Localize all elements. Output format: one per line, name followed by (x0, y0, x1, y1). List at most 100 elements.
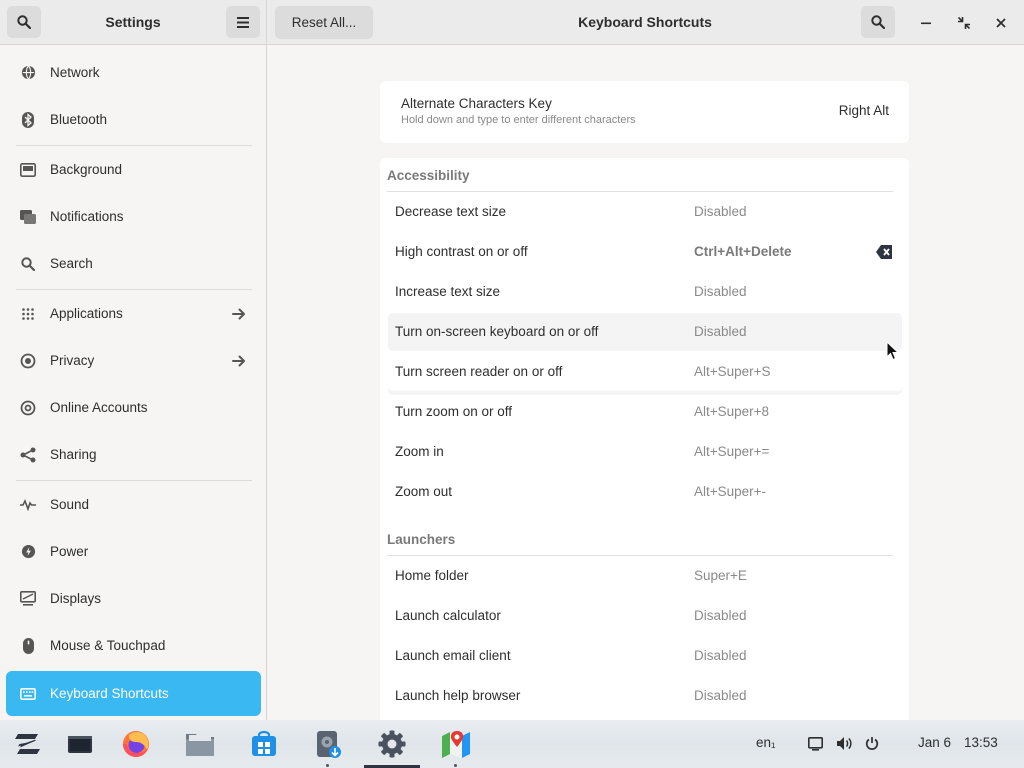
displays-icon (20, 591, 36, 607)
taskbar-app-window[interactable] (64, 728, 96, 760)
alternate-key-value[interactable]: Right Alt (839, 103, 889, 118)
shortcut-row[interactable]: Launch calculator Disabled (388, 597, 902, 635)
power-icon (20, 544, 36, 560)
shortcut-search-button[interactable] (861, 6, 895, 38)
sidebar-item-power[interactable]: Power (6, 529, 261, 574)
shortcut-accel: Ctrl+Alt+Delete (694, 244, 792, 259)
mouse-pointer-icon (886, 341, 900, 361)
sharing-icon (20, 447, 36, 463)
taskbar-app-files[interactable] (184, 728, 216, 760)
shortcut-name: Launch email client (395, 648, 511, 663)
sidebar-item-sound[interactable]: Sound (6, 482, 261, 527)
settings-icon (378, 730, 406, 758)
shortcut-row[interactable]: Launch email client Disabled (388, 637, 902, 675)
main-menu-button[interactable] (226, 6, 260, 38)
clock-date[interactable]: Jan 6 (918, 735, 951, 750)
alternate-key-title: Alternate Characters Key (401, 96, 552, 111)
clear-shortcut-icon[interactable] (876, 245, 892, 259)
taskbar-app-maps[interactable] (440, 728, 472, 760)
online-accounts-icon (20, 400, 36, 416)
sidebar-title: Settings (105, 14, 161, 30)
zorin-menu-button[interactable] (12, 728, 44, 760)
sidebar-item-background[interactable]: Background (6, 147, 261, 192)
shortcut-row[interactable]: Turn zoom on or off Alt+Super+8 (388, 393, 902, 431)
taskbar: en₁ Jan 6 13:53 (0, 720, 1024, 768)
shortcut-row[interactable]: Launch help browser Disabled (388, 677, 902, 715)
sidebar-item-applications[interactable]: Applications (6, 291, 261, 336)
firefox-icon (123, 731, 149, 757)
taskbar-app-firefox[interactable] (120, 728, 152, 760)
shortcut-name: High contrast on or off (395, 244, 528, 259)
taskbar-app-software[interactable] (248, 728, 280, 760)
shortcut-name: Turn screen reader on or off (395, 364, 563, 379)
search-icon (17, 15, 31, 29)
section-title-launchers: Launchers (387, 532, 456, 547)
shortcut-accel: Alt+Super+= (694, 444, 770, 459)
applications-icon (20, 306, 36, 322)
shortcut-name: Decrease text size (395, 204, 507, 219)
shortcut-name: Increase text size (395, 284, 501, 299)
sidebar-item-label: Mouse & Touchpad (50, 638, 166, 653)
shortcut-accel: Disabled (694, 688, 747, 703)
clock-time[interactable]: 13:53 (964, 735, 998, 750)
shortcut-list: Accessibility Decrease text size Disable… (380, 158, 909, 720)
shortcut-row[interactable]: High contrast on or off Ctrl+Alt+Delete (388, 233, 902, 271)
sidebar-item-privacy[interactable]: Privacy (6, 338, 261, 383)
sidebar-item-displays[interactable]: Displays (6, 576, 261, 621)
shortcut-name: Turn on-screen keyboard on or off (395, 324, 599, 339)
arrow-right-icon (232, 308, 245, 319)
sidebar-item-online-accounts[interactable]: Online Accounts (6, 385, 261, 430)
section-title-accessibility: Accessibility (387, 168, 470, 183)
sidebar-item-label: Privacy (50, 353, 95, 368)
sidebar-item-notifications[interactable]: Notifications (6, 194, 261, 239)
alternate-key-subtitle: Hold down and type to enter different ch… (401, 114, 636, 126)
sidebar-item-label: Background (50, 162, 123, 177)
sidebar-item-network[interactable]: Network (6, 50, 261, 95)
close-button[interactable] (990, 12, 1012, 34)
sidebar-item-label: Power (50, 544, 89, 559)
sidebar-item-label: Applications (50, 306, 123, 321)
notifications-icon (20, 209, 36, 225)
power-menu-icon[interactable] (865, 736, 879, 751)
minimize-button[interactable] (915, 12, 937, 34)
mouse-icon (20, 637, 36, 654)
sidebar-divider (16, 480, 252, 481)
sidebar-item-label: Sharing (50, 447, 97, 462)
sidebar-item-search[interactable]: Search (6, 241, 261, 286)
shortcut-row[interactable]: Decrease text size Disabled (388, 193, 902, 231)
shortcut-accel: Disabled (694, 648, 747, 663)
shortcut-row[interactable]: Home folder Super+E (388, 557, 902, 595)
sidebar-divider (16, 145, 252, 146)
sidebar-item-keyboard-shortcuts[interactable]: Keyboard Shortcuts (6, 671, 261, 716)
volume-icon[interactable] (836, 736, 853, 751)
shortcut-row[interactable]: Zoom out Alt+Super+- (388, 473, 902, 511)
shortcut-accel: Disabled (694, 324, 747, 339)
sidebar-search-button[interactable] (7, 6, 41, 38)
restore-icon (958, 17, 970, 29)
zorin-menu-icon (15, 734, 40, 754)
alternate-characters-key-row[interactable]: Alternate Characters Key Hold down and t… (380, 81, 909, 143)
taskbar-app-settings[interactable] (376, 728, 408, 760)
sidebar-divider (16, 289, 252, 290)
minimize-icon (921, 22, 931, 25)
sidebar-item-label: Sound (50, 497, 90, 512)
shortcut-row[interactable]: Zoom in Alt+Super+= (388, 433, 902, 471)
files-window-icon (68, 736, 92, 753)
search-icon (871, 15, 885, 29)
sidebar-item-sharing[interactable]: Sharing (6, 432, 261, 477)
screen-icon[interactable] (808, 737, 823, 751)
shortcut-row-hovered[interactable]: Turn on-screen keyboard on or off Disabl… (388, 313, 902, 351)
shortcut-row[interactable]: Turn screen reader on or off Alt+Super+S (388, 353, 902, 391)
keyboard-layout-indicator[interactable]: en₁ (756, 735, 776, 750)
sidebar-item-mouse-touchpad[interactable]: Mouse & Touchpad (6, 623, 261, 668)
shortcut-accel: Alt+Super+8 (694, 404, 770, 419)
reset-all-button[interactable]: Reset All... (275, 6, 373, 39)
shortcut-accel: Alt+Super+S (694, 364, 771, 379)
bluetooth-icon (20, 111, 36, 128)
shortcut-accel: Disabled (694, 284, 747, 299)
shortcut-row[interactable]: Increase text size Disabled (388, 273, 902, 311)
sidebar-item-bluetooth[interactable]: Bluetooth (6, 97, 261, 142)
taskbar-app-installer[interactable] (312, 728, 344, 760)
sidebar-item-label: Notifications (50, 209, 124, 224)
restore-button[interactable] (953, 12, 975, 34)
